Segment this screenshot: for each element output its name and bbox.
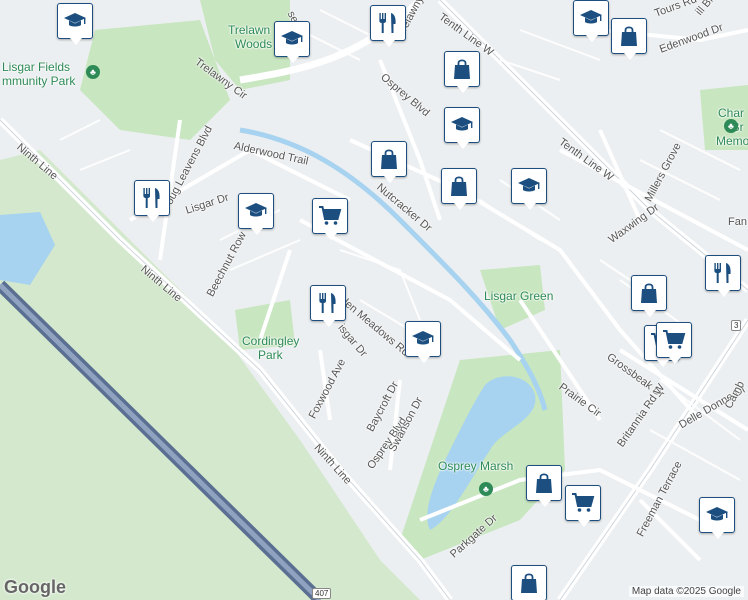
shopping-pin[interactable] (511, 565, 547, 600)
school-pin[interactable] (57, 3, 93, 45)
school-pin[interactable] (573, 0, 609, 42)
map-canvas[interactable]: Lisgar Fields mmunity Park ♣ Trelawn Woo… (0, 0, 748, 600)
restaurant-pin[interactable] (310, 285, 346, 327)
school-pin[interactable] (405, 321, 441, 363)
shopping-pin[interactable] (526, 465, 562, 507)
lisgar-fields-label: Lisgar Fields (2, 60, 71, 74)
park-tree-icon: ♣ (479, 482, 493, 496)
shopping-pin[interactable] (611, 18, 647, 60)
shopping-pin[interactable] (444, 51, 480, 93)
park-tree-icon: ♣ (86, 65, 100, 79)
grocery-pin[interactable] (656, 322, 692, 364)
cordingley-park-label-1: Cordingley (242, 334, 300, 348)
school-pin[interactable] (444, 107, 480, 149)
grocery-pin[interactable] (565, 485, 601, 527)
restaurant-pin[interactable] (134, 180, 170, 222)
street-fan: Fan (728, 216, 747, 228)
restaurant-pin[interactable] (705, 255, 741, 297)
google-logo: Google (4, 577, 66, 597)
park-tree-icon: ♣ (724, 119, 738, 133)
grocery-pin[interactable] (312, 198, 348, 240)
char-memo-label-1: Char (718, 106, 745, 120)
community-park-label: mmunity Park (2, 74, 76, 88)
osprey-marsh-label: Osprey Marsh (438, 459, 514, 473)
school-pin[interactable] (511, 168, 547, 210)
route-407-shield: 407 (312, 588, 332, 599)
school-pin[interactable] (699, 497, 735, 539)
route-3-shield: 3 (731, 320, 742, 331)
trelawny-woods-label-1: Trelawn (228, 23, 271, 37)
trelawny-woods-label-2: Woods (235, 37, 273, 51)
restaurant-pin[interactable] (370, 5, 406, 47)
map-attribution[interactable]: Map data ©2025 Google (628, 586, 744, 597)
shopping-pin[interactable] (371, 141, 407, 183)
char-memo-label-3: Memo (716, 134, 748, 148)
shopping-pin[interactable] (631, 275, 667, 317)
school-pin[interactable] (238, 193, 274, 235)
lisgar-green-label: Lisgar Green (484, 289, 554, 303)
school-pin[interactable] (274, 21, 310, 63)
shopping-pin[interactable] (441, 168, 477, 210)
cordingley-park-label-2: Park (258, 348, 283, 362)
